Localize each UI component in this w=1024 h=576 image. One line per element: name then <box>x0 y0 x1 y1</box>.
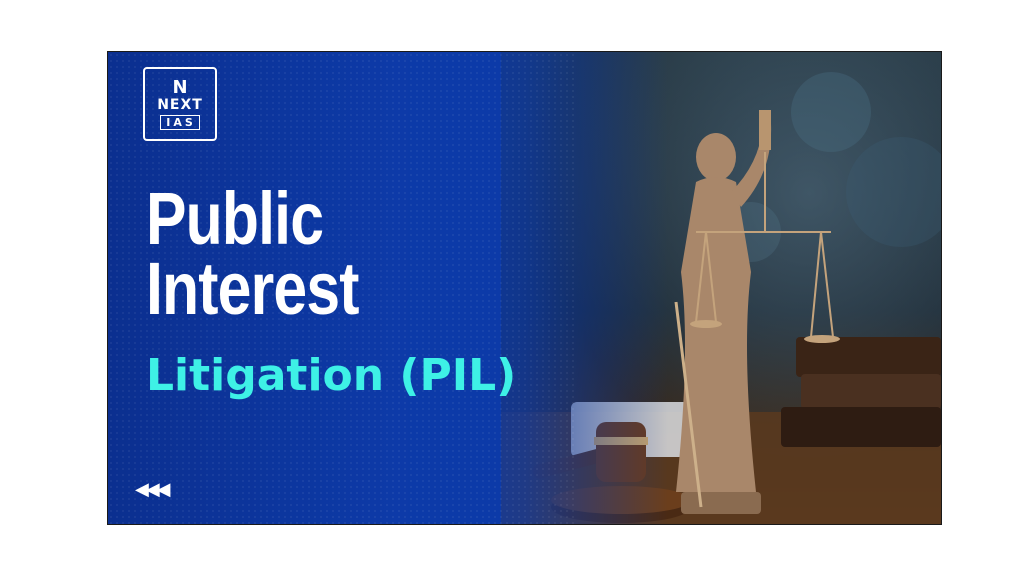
headline-line-1: Public <box>146 177 324 260</box>
logo-mark: N <box>172 76 188 98</box>
logo-sub: IAS <box>160 114 200 130</box>
subheadline: Litigation (PIL) <box>146 350 517 401</box>
headline-line-2: Interest <box>146 247 359 330</box>
next-ias-logo: N NEXT IAS <box>143 67 217 141</box>
banner: N NEXT IAS Public Interest Litigation (P… <box>107 51 942 525</box>
headline: Public Interest <box>146 177 359 330</box>
logo-word: NEXT <box>157 96 203 113</box>
triple-left-arrow-icon: ◀◀◀ <box>135 479 170 500</box>
